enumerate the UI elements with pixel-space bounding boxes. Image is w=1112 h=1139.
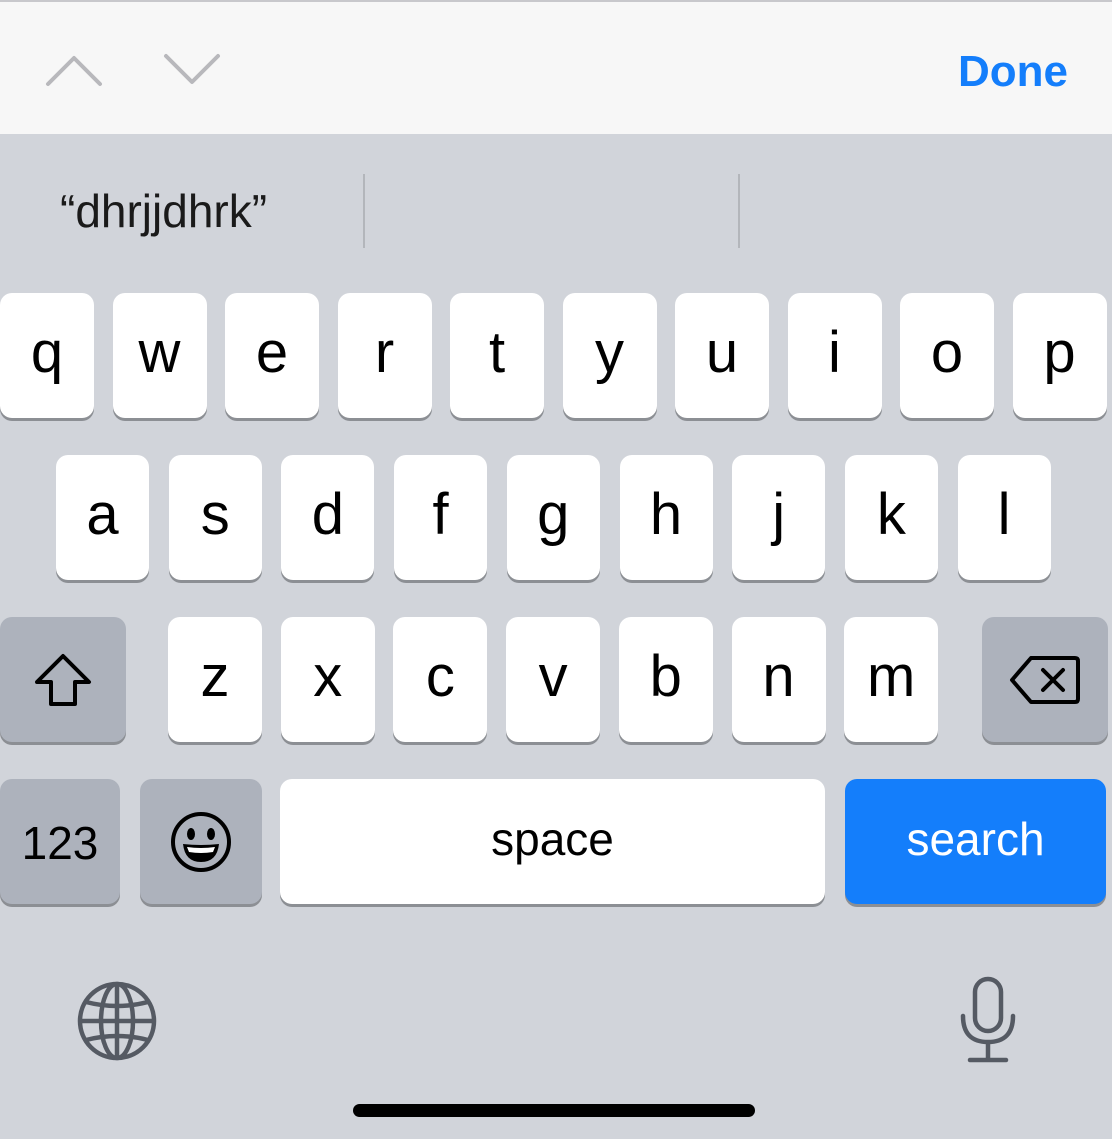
key-r[interactable]: r bbox=[337, 293, 432, 418]
key-c[interactable]: c bbox=[393, 617, 488, 742]
key-k[interactable]: k bbox=[844, 455, 938, 580]
previous-field-button[interactable] bbox=[44, 48, 104, 92]
key-label: f bbox=[432, 481, 449, 547]
shift-icon bbox=[35, 653, 91, 706]
key-label: q bbox=[30, 319, 64, 385]
prediction-suggestion-1[interactable]: “dhrjjdhrk” bbox=[60, 176, 360, 246]
key-label: d bbox=[311, 481, 345, 547]
emoji-key[interactable] bbox=[140, 779, 262, 904]
key-label: s bbox=[200, 481, 230, 547]
globe-button[interactable] bbox=[72, 976, 162, 1066]
home-indicator[interactable] bbox=[353, 1104, 755, 1117]
key-label: x bbox=[313, 643, 343, 709]
done-button[interactable]: Done bbox=[958, 46, 1068, 98]
space-key-label: space bbox=[491, 812, 614, 865]
key-v[interactable]: v bbox=[506, 617, 601, 742]
key-label: a bbox=[86, 481, 119, 547]
chevron-down-icon bbox=[164, 54, 220, 84]
key-d[interactable]: d bbox=[281, 455, 375, 580]
key-label: z bbox=[200, 643, 230, 709]
key-label: t bbox=[488, 319, 506, 385]
delete-icon bbox=[1010, 655, 1080, 704]
key-label: p bbox=[1043, 319, 1076, 385]
keyboard-toolbar: Done bbox=[0, 0, 1112, 134]
emoji-icon bbox=[171, 811, 231, 872]
key-s[interactable]: s bbox=[168, 455, 262, 580]
key-label: i bbox=[828, 319, 841, 385]
globe-icon bbox=[77, 981, 157, 1061]
key-label: m bbox=[867, 643, 916, 709]
delete-key[interactable] bbox=[982, 617, 1108, 742]
prediction-suggestion-3[interactable] bbox=[740, 176, 1112, 246]
key-label: h bbox=[649, 481, 683, 547]
key-f[interactable]: f bbox=[394, 455, 488, 580]
key-a[interactable]: a bbox=[56, 455, 149, 580]
shift-key[interactable] bbox=[0, 617, 126, 742]
key-o[interactable]: o bbox=[900, 293, 994, 418]
key-w[interactable]: w bbox=[112, 293, 207, 418]
key-label: e bbox=[255, 319, 289, 385]
predictive-bar: “dhrjjdhrk” bbox=[0, 134, 1112, 284]
key-label: g bbox=[537, 481, 570, 547]
key-m[interactable]: m bbox=[844, 617, 939, 742]
chevron-up-icon bbox=[46, 56, 102, 86]
key-j[interactable]: j bbox=[732, 455, 826, 580]
key-y[interactable]: y bbox=[562, 293, 657, 418]
key-label: n bbox=[762, 643, 795, 709]
space-key[interactable]: space bbox=[280, 779, 825, 904]
key-l[interactable]: l bbox=[957, 455, 1051, 580]
key-q[interactable]: q bbox=[0, 293, 94, 418]
key-label: r bbox=[374, 319, 395, 385]
prediction-suggestion-2[interactable] bbox=[366, 176, 738, 246]
microphone-icon bbox=[960, 976, 1016, 1063]
key-b[interactable]: b bbox=[618, 617, 713, 742]
key-label: o bbox=[930, 319, 964, 385]
next-field-button[interactable] bbox=[162, 48, 222, 92]
numbers-key-label: 123 bbox=[21, 816, 99, 869]
search-key-label: search bbox=[906, 812, 1045, 865]
key-t[interactable]: t bbox=[450, 293, 544, 418]
numbers-key[interactable]: 123 bbox=[0, 779, 120, 904]
key-label: u bbox=[705, 319, 739, 385]
key-label: j bbox=[772, 481, 786, 547]
key-label: w bbox=[138, 319, 181, 385]
key-u[interactable]: u bbox=[675, 293, 769, 418]
key-i[interactable]: i bbox=[787, 293, 882, 418]
dictation-button[interactable] bbox=[948, 970, 1028, 1070]
key-h[interactable]: h bbox=[619, 455, 713, 580]
key-n[interactable]: n bbox=[731, 617, 826, 742]
key-g[interactable]: g bbox=[506, 455, 600, 580]
key-x[interactable]: x bbox=[280, 617, 375, 742]
prediction-divider bbox=[363, 174, 365, 248]
key-e[interactable]: e bbox=[225, 293, 319, 418]
key-label: l bbox=[997, 481, 1011, 547]
key-label: k bbox=[876, 481, 906, 547]
keyboard: “dhrjjdhrk” q w e r t y u i o p a s d f g h j k l z x c v b n m… bbox=[0, 134, 1112, 1139]
search-key[interactable]: search bbox=[845, 779, 1106, 904]
key-label: c bbox=[425, 643, 455, 709]
key-label: y bbox=[595, 319, 624, 385]
key-label: v bbox=[538, 643, 568, 709]
key-p[interactable]: p bbox=[1012, 293, 1107, 418]
key-z[interactable]: z bbox=[168, 617, 262, 742]
key-label: b bbox=[649, 643, 682, 709]
